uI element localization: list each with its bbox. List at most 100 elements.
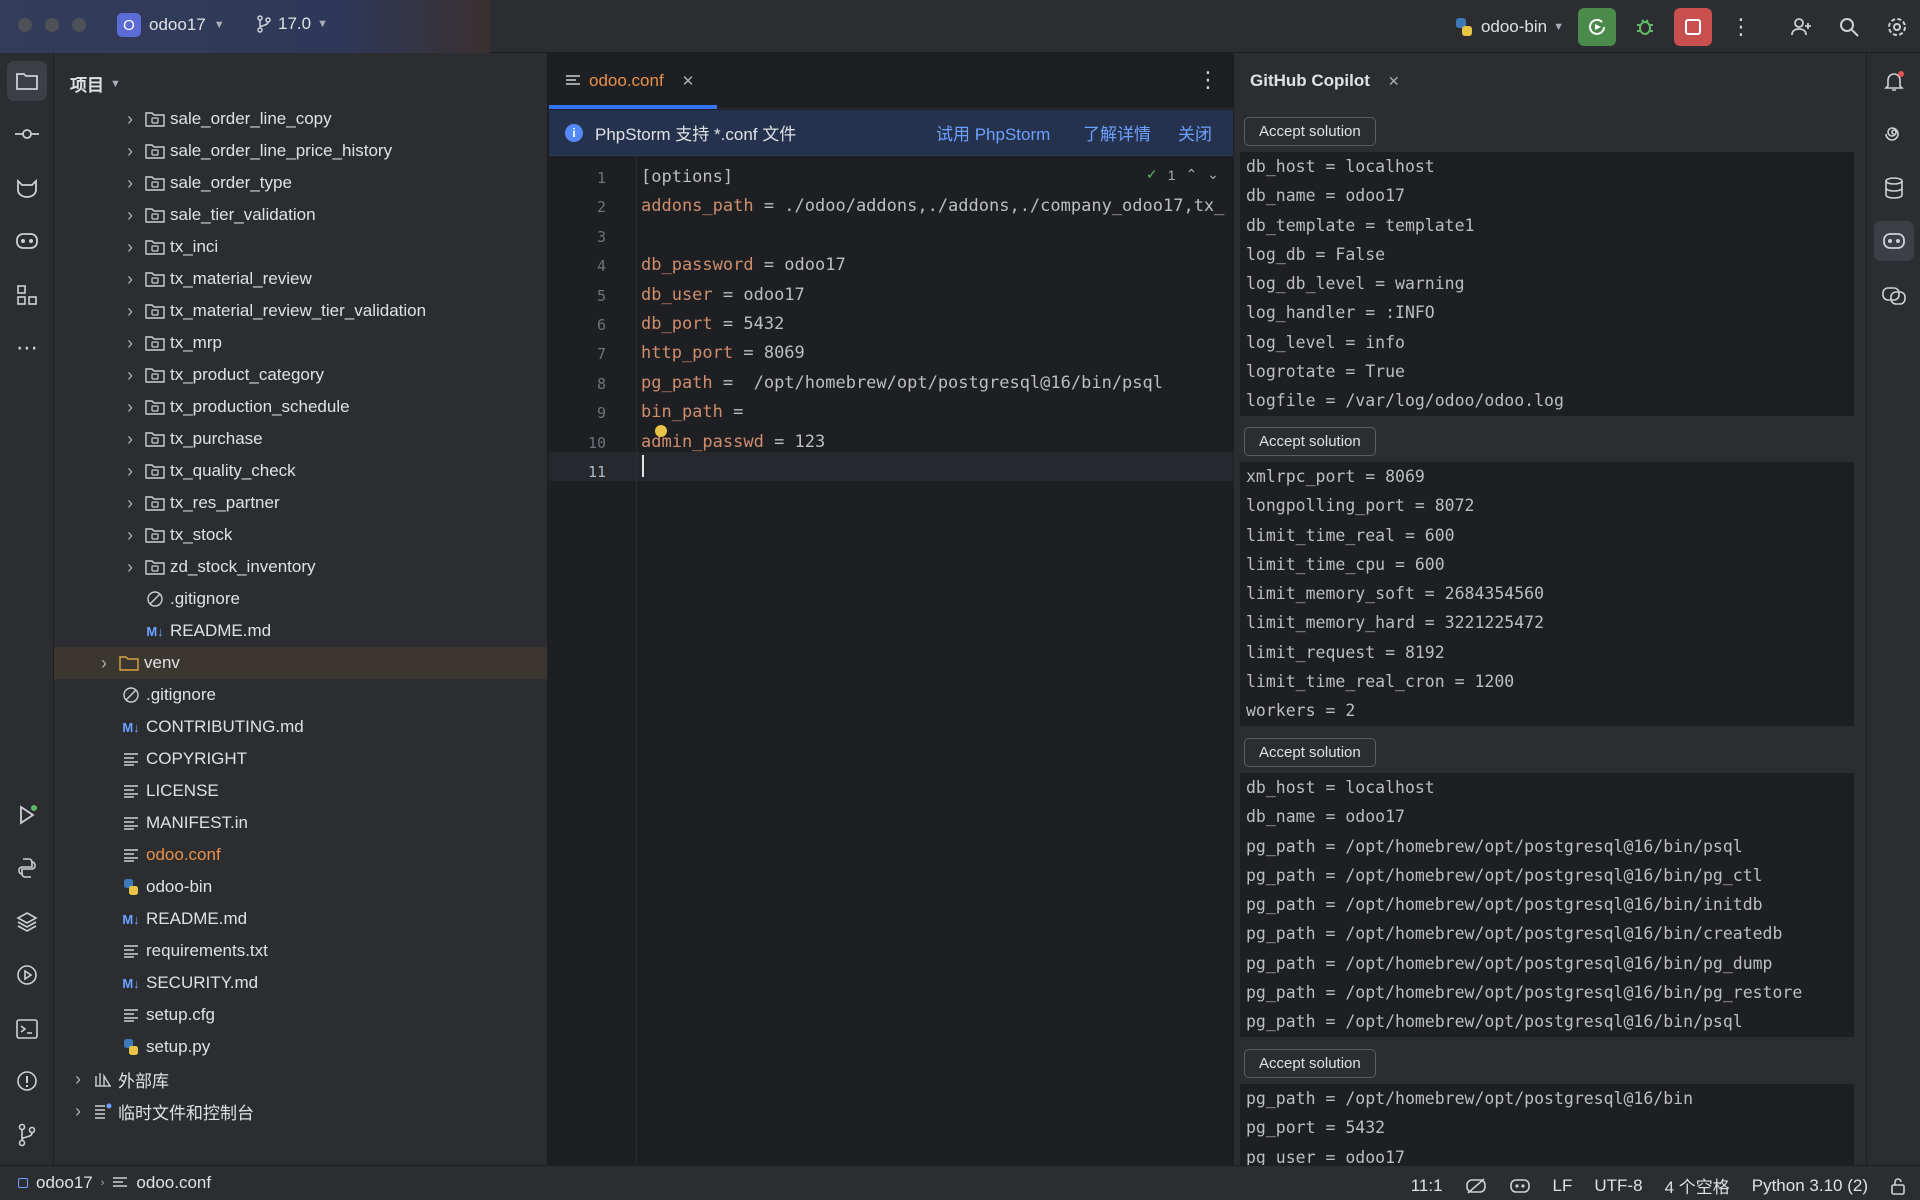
structure-tool-button[interactable]	[7, 275, 47, 315]
tree-item[interactable]: › tx_production_schedule	[54, 391, 547, 423]
copilot-status-icon[interactable]	[1465, 1177, 1487, 1195]
commit-tool-button[interactable]	[7, 114, 47, 154]
branch-selector[interactable]: 17.0 ▼	[256, 14, 328, 34]
accept-solution-button[interactable]: Accept solution	[1244, 1049, 1376, 1078]
python-interpreter[interactable]: Python 3.10 (2)	[1752, 1176, 1868, 1196]
chevron-right-icon[interactable]: ›	[122, 493, 138, 514]
inspection-widget[interactable]: ✓ 1 ⌃ ⌄	[1146, 166, 1219, 183]
debug-button[interactable]	[1626, 8, 1664, 46]
copilot-chat-tool-button[interactable]	[7, 221, 47, 261]
tree-item[interactable]: › tx_material_review_tier_validation	[54, 295, 547, 327]
chevron-right-icon[interactable]: ›	[96, 653, 112, 674]
tree-item[interactable]: › 外部库	[54, 1063, 547, 1095]
tree-item[interactable]: COPYRIGHT	[54, 743, 547, 775]
more-tools-button[interactable]: ⋯	[7, 328, 47, 368]
search-everywhere-button[interactable]	[1830, 8, 1868, 46]
more-vertical-icon[interactable]: ⋮	[1197, 67, 1219, 93]
chevron-right-icon[interactable]: ›	[122, 397, 138, 418]
caret-position[interactable]: 11:1	[1411, 1176, 1443, 1196]
chevron-right-icon[interactable]: ›	[122, 269, 138, 290]
run-config-selector[interactable]: odoo-bin ▼	[1453, 16, 1564, 38]
try-phpstorm-link[interactable]: 试用 PhpStorm	[936, 120, 1050, 145]
chevron-right-icon[interactable]: ›	[122, 365, 138, 386]
learn-more-link[interactable]: 了解详情	[1083, 120, 1151, 145]
chevron-right-icon[interactable]: ›	[70, 1101, 86, 1122]
tree-item[interactable]: › tx_product_category	[54, 359, 547, 391]
accept-solution-button[interactable]: Accept solution	[1244, 117, 1376, 146]
chevron-right-icon[interactable]: ›	[70, 1069, 86, 1090]
run-tool-button[interactable]	[7, 795, 47, 835]
copilot-icon[interactable]	[1509, 1177, 1531, 1195]
accept-solution-button[interactable]: Accept solution	[1244, 427, 1376, 456]
tree-item[interactable]: › tx_stock	[54, 519, 547, 551]
python-packages-tool-button[interactable]	[7, 902, 47, 942]
tab-odoo-conf[interactable]: odoo.conf ✕	[565, 71, 694, 91]
tree-item[interactable]: M↓ SECURITY.md	[54, 967, 547, 999]
copilot-tool-button[interactable]	[1874, 221, 1914, 261]
chevron-up-icon[interactable]: ⌃	[1186, 166, 1198, 183]
add-user-button[interactable]	[1782, 8, 1820, 46]
chevron-right-icon[interactable]: ›	[122, 237, 138, 258]
chevron-right-icon[interactable]: ›	[122, 557, 138, 578]
tree-item[interactable]: › zd_stock_inventory	[54, 551, 547, 583]
tree-item[interactable]: setup.py	[54, 1031, 547, 1063]
tree-item[interactable]: › sale_order_type	[54, 167, 547, 199]
accept-solution-button[interactable]: Accept solution	[1244, 738, 1376, 767]
tree-item[interactable]: › 临时文件和控制台	[54, 1095, 547, 1127]
chevron-right-icon[interactable]: ›	[122, 109, 138, 130]
stop-button[interactable]	[1674, 7, 1712, 46]
project-tool-button[interactable]	[7, 61, 47, 101]
git-tool-button[interactable]	[7, 1115, 47, 1155]
settings-button[interactable]	[1878, 8, 1916, 46]
ai-assistant-tool-button[interactable]	[1874, 114, 1914, 154]
tree-item[interactable]: › tx_res_partner	[54, 487, 547, 519]
tree-item[interactable]: M↓ CONTRIBUTING.md	[54, 711, 547, 743]
pull-requests-tool-button[interactable]	[7, 168, 47, 208]
chevron-down-icon[interactable]: ⌄	[1207, 166, 1219, 183]
tree-item[interactable]: odoo.conf	[54, 839, 547, 871]
file-encoding[interactable]: UTF-8	[1594, 1176, 1642, 1196]
tree-item[interactable]: odoo-bin	[54, 871, 547, 903]
window-minimize-button[interactable]	[45, 18, 59, 32]
services-tool-button[interactable]	[7, 955, 47, 995]
project-selector[interactable]: O odoo17 ▼	[117, 13, 225, 37]
chevron-right-icon[interactable]: ›	[122, 461, 138, 482]
more-actions-button[interactable]: ⋮	[1722, 8, 1760, 46]
lightbulb-icon[interactable]	[655, 425, 667, 437]
breadcrumb-project[interactable]: odoo17	[36, 1173, 93, 1193]
tree-item[interactable]: › tx_quality_check	[54, 455, 547, 487]
close-icon[interactable]: ✕	[1388, 73, 1400, 90]
window-close-button[interactable]	[18, 18, 32, 32]
rerun-button[interactable]	[1578, 7, 1616, 46]
tree-item[interactable]: › tx_inci	[54, 231, 547, 263]
chevron-right-icon[interactable]: ›	[122, 525, 138, 546]
tree-item[interactable]: .gitignore	[54, 679, 547, 711]
copilot-chat-tool-button[interactable]	[1874, 275, 1914, 315]
indent-setting[interactable]: 4 个空格	[1665, 1173, 1730, 1198]
chevron-right-icon[interactable]: ›	[122, 173, 138, 194]
chevron-right-icon[interactable]: ›	[122, 205, 138, 226]
chevron-right-icon[interactable]: ›	[122, 301, 138, 322]
line-separator[interactable]: LF	[1553, 1176, 1573, 1196]
project-panel-header[interactable]: 项目 ▼	[70, 71, 121, 96]
tree-item[interactable]: › tx_material_review	[54, 263, 547, 295]
lock-icon[interactable]	[1890, 1177, 1906, 1195]
tree-item[interactable]: › venv	[54, 647, 547, 679]
tree-item[interactable]: requirements.txt	[54, 935, 547, 967]
tree-item[interactable]: .gitignore	[54, 583, 547, 615]
python-console-tool-button[interactable]	[7, 848, 47, 888]
tree-item[interactable]: MANIFEST.in	[54, 807, 547, 839]
window-zoom-button[interactable]	[72, 18, 86, 32]
chevron-right-icon[interactable]: ›	[122, 429, 138, 450]
terminal-tool-button[interactable]	[7, 1009, 47, 1049]
tree-item[interactable]: › sale_order_line_price_history	[54, 135, 547, 167]
tree-item[interactable]: M↓ README.md	[54, 903, 547, 935]
chevron-right-icon[interactable]: ›	[122, 333, 138, 354]
tree-item[interactable]: › tx_mrp	[54, 327, 547, 359]
database-tool-button[interactable]	[1874, 168, 1914, 208]
close-icon[interactable]: ✕	[682, 72, 695, 90]
notifications-tool-button[interactable]	[1874, 61, 1914, 101]
chevron-right-icon[interactable]: ›	[122, 141, 138, 162]
breadcrumb-file[interactable]: odoo.conf	[136, 1173, 211, 1193]
problems-tool-button[interactable]	[7, 1061, 47, 1101]
